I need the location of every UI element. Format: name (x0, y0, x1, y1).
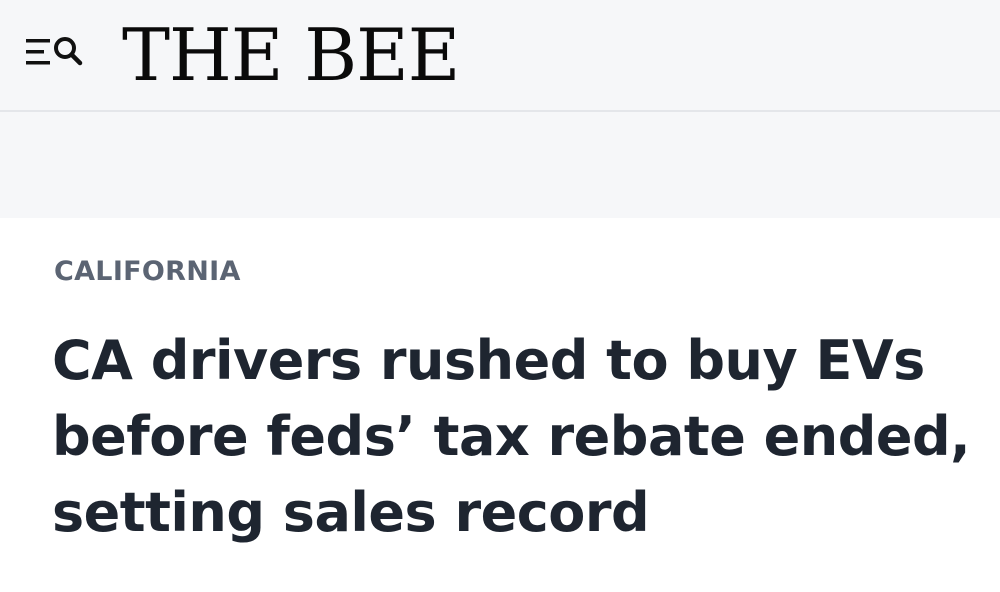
site-header: THE BEE (0, 0, 1000, 112)
section-label[interactable]: CALIFORNIA (54, 255, 241, 289)
search-icon (54, 37, 83, 66)
site-logo[interactable]: THE BEE (122, 17, 460, 93)
article-headline: CA drivers rushed to buy EVs before feds… (52, 329, 971, 544)
ad-placeholder (0, 112, 1000, 218)
menu-icon (26, 39, 50, 65)
menu-search-button[interactable] (24, 34, 100, 74)
menu-search-icon (26, 37, 83, 66)
